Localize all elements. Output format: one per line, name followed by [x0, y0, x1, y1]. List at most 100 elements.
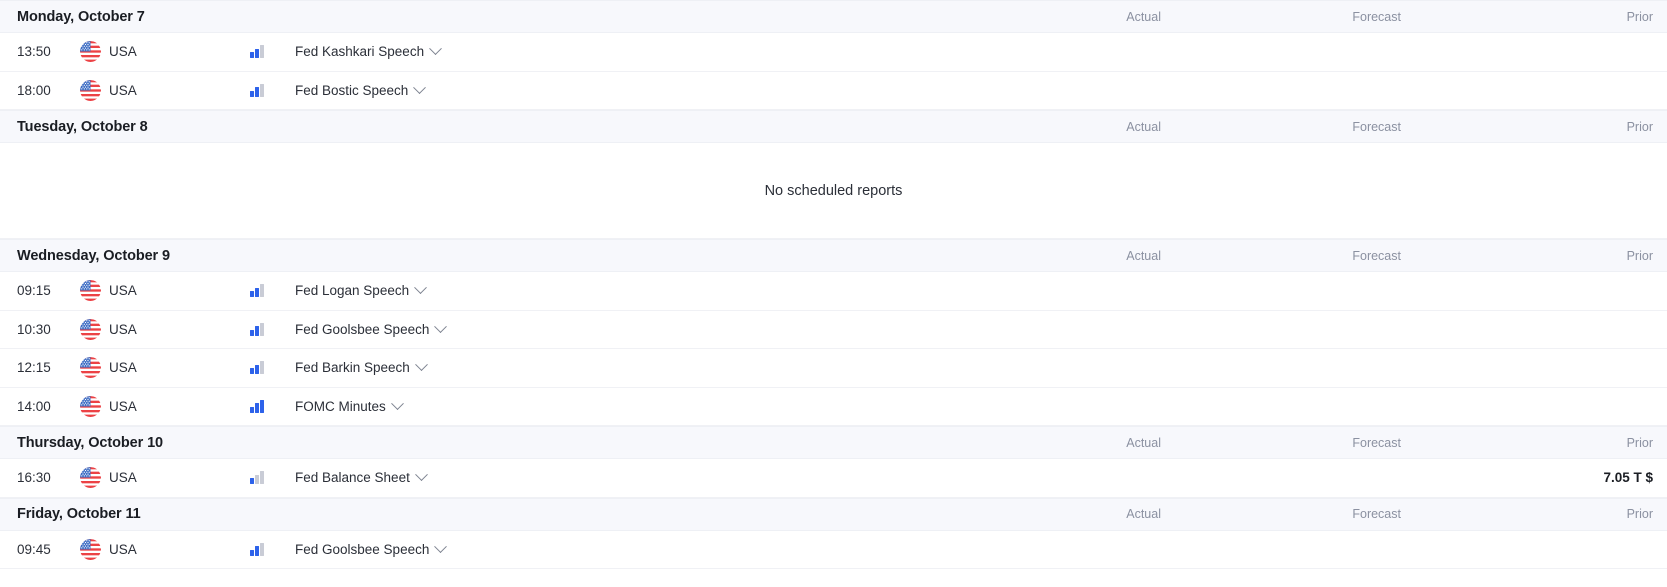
chevron-down-icon[interactable] [414, 358, 428, 372]
chevron-down-icon[interactable] [390, 397, 404, 410]
table-row[interactable]: 10:30 USA Fed Goolsbee Speech [0, 310, 1667, 349]
column-header-actual: Actual [1126, 9, 1161, 24]
event-country: USA [80, 280, 250, 302]
event-time: 10:30 [17, 321, 51, 337]
event-name-label: Fed Logan Speech [295, 283, 410, 299]
event-name-label: Fed Kashkari Speech [295, 44, 425, 60]
day-group-header: Wednesday, October 9 Actual Forecast Prior [0, 239, 1667, 272]
day-date-label: Friday, October 11 [17, 506, 141, 522]
event-country: USA [80, 41, 250, 63]
event-impact [250, 471, 295, 485]
day-group-header: Friday, October 11 Actual Forecast Prior [0, 497, 1667, 531]
usa-flag-icon [80, 395, 101, 417]
country-label: USA [109, 470, 137, 486]
column-header-prior: Prior [1626, 435, 1653, 450]
event-time: 09:15 [17, 283, 51, 299]
chevron-down-icon[interactable] [434, 320, 448, 333]
event-impact [250, 45, 295, 59]
column-header-forecast: Forecast [1352, 435, 1401, 450]
table-row[interactable]: 16:30 USA Fed Balance Sheet 7.05 T $ [0, 459, 1667, 498]
table-row[interactable]: 13:50 USA Fed Kashkari Speech [0, 33, 1667, 72]
impact-bars-icon [250, 361, 264, 375]
event-name-label: Fed Goolsbee Speech [295, 321, 430, 337]
column-header-prior: Prior [1626, 248, 1653, 263]
column-header-forecast: Forecast [1352, 9, 1401, 24]
empty-day-message: No scheduled reports [764, 182, 903, 199]
event-country: USA [80, 467, 250, 489]
day-date-label: Wednesday, October 9 [17, 247, 170, 264]
usa-flag-icon [80, 538, 101, 560]
event-country: USA [80, 79, 250, 101]
empty-day-row: No scheduled reports [0, 143, 1667, 239]
event-name-cell[interactable]: Fed Logan Speech [295, 281, 1029, 299]
event-name-cell[interactable]: FOMC Minutes [295, 397, 1029, 414]
impact-bars-icon [250, 83, 264, 97]
country-label: USA [109, 82, 137, 98]
event-prior-value: 7.05 T $ [1603, 470, 1653, 486]
column-header-forecast: Forecast [1352, 248, 1401, 263]
chevron-down-icon[interactable] [414, 281, 427, 295]
event-name-cell[interactable]: Fed Goolsbee Speech [295, 320, 1029, 337]
column-header-prior: Prior [1626, 119, 1653, 134]
table-row[interactable]: 09:45 USA Fed Goolsbee Speech [0, 530, 1667, 569]
table-row[interactable]: 18:00 USA Fed Bostic Speech [0, 71, 1667, 110]
country-label: USA [109, 360, 137, 376]
event-country: USA [80, 357, 250, 379]
country-label: USA [109, 398, 137, 414]
column-header-actual: Actual [1126, 435, 1161, 450]
column-header-forecast: Forecast [1352, 507, 1401, 521]
day-date-label: Thursday, October 10 [17, 434, 163, 451]
event-name-cell[interactable]: Fed Bostic Speech [295, 81, 1029, 98]
event-time: 18:00 [17, 82, 51, 98]
country-label: USA [109, 283, 137, 299]
day-date-label: Monday, October 7 [17, 8, 145, 25]
table-row[interactable]: 12:15 USA Fed Barkin Speech [0, 349, 1667, 388]
event-time: 09:45 [17, 541, 51, 557]
event-name-label: Fed Balance Sheet [295, 470, 410, 486]
event-name-cell[interactable]: Fed Barkin Speech [295, 358, 1029, 376]
impact-bars-icon [250, 284, 264, 298]
event-name-label: Fed Goolsbee Speech [295, 541, 430, 557]
event-name-cell[interactable]: Fed Kashkari Speech [295, 42, 1029, 60]
table-row[interactable]: 14:00 USA FOMC Minutes [0, 387, 1667, 426]
event-country: USA [80, 395, 250, 417]
column-header-prior: Prior [1626, 507, 1653, 521]
impact-bars-icon [250, 45, 264, 59]
event-name-label: Fed Barkin Speech [295, 360, 410, 376]
event-time: 12:15 [17, 360, 51, 376]
chevron-down-icon[interactable] [413, 81, 427, 94]
day-date-label: Tuesday, October 8 [17, 118, 148, 135]
column-header-actual: Actual [1126, 119, 1161, 134]
impact-bars-icon [250, 542, 264, 556]
event-name-label: FOMC Minutes [295, 398, 386, 414]
usa-flag-icon [80, 357, 101, 379]
impact-bars-icon [250, 471, 264, 485]
event-time: 13:50 [17, 44, 51, 60]
event-time: 14:00 [17, 398, 51, 414]
usa-flag-icon [80, 41, 101, 63]
column-header-actual: Actual [1126, 248, 1161, 263]
day-group-header: Thursday, October 10 Actual Forecast Prior [0, 426, 1667, 459]
event-impact [250, 284, 295, 298]
event-name-cell[interactable]: Fed Goolsbee Speech [295, 540, 1029, 557]
event-impact [250, 361, 295, 375]
chevron-down-icon[interactable] [434, 540, 448, 553]
event-impact [250, 399, 295, 413]
country-label: USA [109, 44, 137, 60]
usa-flag-icon [80, 79, 101, 101]
usa-flag-icon [80, 280, 101, 302]
table-row[interactable]: 09:15 USA Fed Logan Speech [0, 272, 1667, 311]
column-header-prior: Prior [1626, 9, 1653, 24]
event-impact [250, 322, 295, 336]
event-name-label: Fed Bostic Speech [295, 82, 409, 98]
event-name-cell[interactable]: Fed Balance Sheet [295, 468, 1029, 486]
chevron-down-icon[interactable] [429, 42, 442, 56]
chevron-down-icon[interactable] [414, 468, 428, 482]
economic-calendar: Monday, October 7 Actual Forecast Prior 13:5… [0, 0, 1667, 587]
event-country: USA [80, 318, 250, 340]
impact-bars-icon [250, 322, 264, 336]
day-group-header: Tuesday, October 8 Actual Forecast Prior [0, 110, 1667, 143]
country-label: USA [109, 321, 137, 337]
event-impact [250, 83, 295, 97]
day-group-header: Monday, October 7 Actual Forecast Prior [0, 0, 1667, 33]
